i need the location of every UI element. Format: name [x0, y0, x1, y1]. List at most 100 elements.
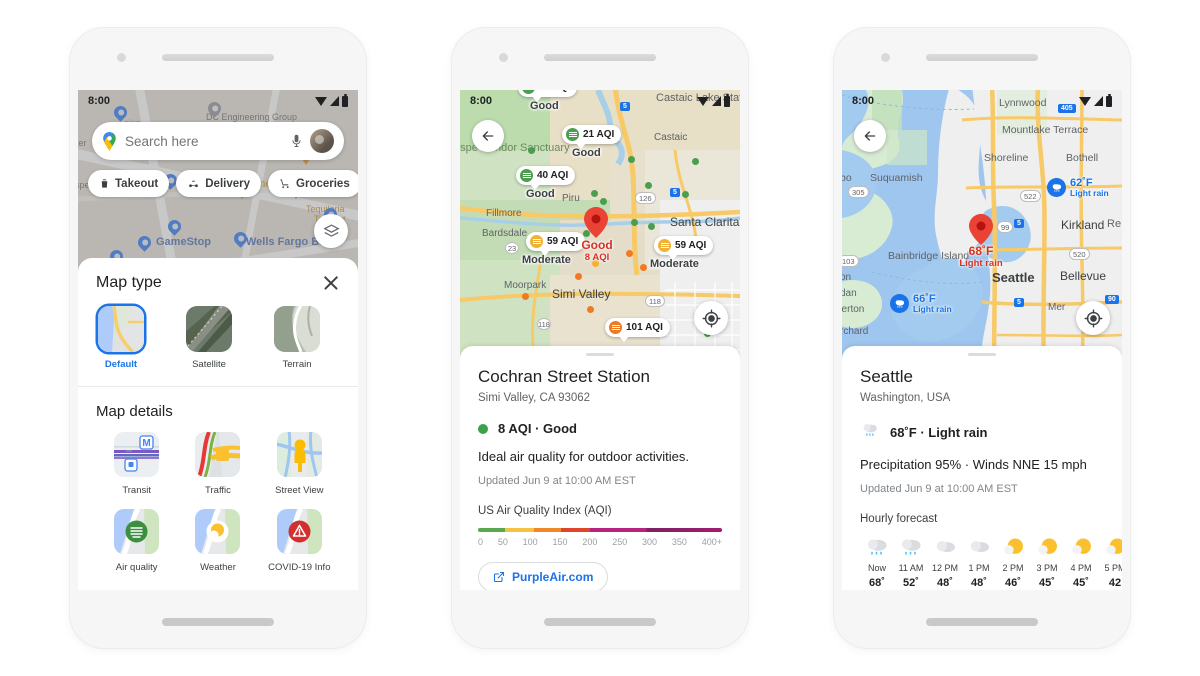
aqi-dot[interactable] — [682, 191, 689, 198]
sun-cloud-icon — [1068, 537, 1095, 559]
my-location-button[interactable] — [694, 301, 728, 335]
sun-cloud-icon — [1000, 537, 1027, 559]
close-icon[interactable] — [322, 274, 340, 292]
detail-air-quality[interactable]: Air quality — [96, 508, 177, 574]
aqi-summary: 8 AQI · Good — [478, 421, 722, 436]
map-type-options: Default Satellite Terrain — [78, 292, 358, 386]
search-input[interactable]: Search here — [125, 134, 281, 149]
front-camera — [881, 53, 890, 62]
aqi-scale-title: US Air Quality Index (AQI) — [478, 505, 612, 517]
transit-icon: M — [114, 432, 160, 477]
back-button[interactable] — [854, 120, 886, 152]
aqi-marker[interactable]: 59 AQI — [654, 236, 714, 260]
map-place-name: Santa Clarita — [670, 215, 740, 229]
search-bar[interactable]: Search here — [92, 122, 344, 160]
chip-delivery[interactable]: Delivery — [176, 170, 262, 197]
map-type-terrain[interactable]: Terrain — [272, 306, 322, 370]
map-place-name: Bellevue — [1060, 269, 1107, 283]
weather-marker[interactable]: 62˚F Light rain — [1047, 177, 1109, 198]
aqi-dot[interactable] — [631, 219, 638, 226]
aqi-dot[interactable] — [645, 182, 652, 189]
rain-cloud-icon — [898, 537, 925, 559]
google-maps-pin-icon — [102, 131, 117, 151]
detail-transit[interactable]: M Transit — [96, 432, 177, 497]
selected-location-pin[interactable] — [969, 214, 993, 245]
sun-cloud-icon — [1034, 537, 1061, 559]
terrain-map-thumbnail — [274, 306, 320, 352]
scale-tick: 350 — [671, 537, 687, 547]
aqi-dot[interactable] — [591, 190, 598, 197]
wifi-icon — [315, 96, 327, 106]
microphone-icon[interactable] — [289, 132, 302, 150]
chip-label: Takeout — [115, 177, 159, 190]
map-place-name: on — [842, 272, 852, 283]
hour-temp: 48˚ — [971, 577, 987, 589]
detail-covid-info[interactable]: COVID-19 Info — [259, 508, 340, 574]
map-place-name: nerton — [842, 304, 865, 315]
marker-cond: Light rain — [913, 304, 952, 315]
hour-item: 12 PM 48˚ — [928, 537, 962, 589]
detail-traffic[interactable]: Traffic — [177, 432, 258, 497]
hour-temp: 68˚ — [869, 577, 885, 589]
scale-tick: 400+ — [701, 537, 722, 547]
map-layers-button[interactable] — [314, 214, 348, 248]
map-place-name: Suquamish — [870, 172, 923, 184]
detail-street-view[interactable]: Street View — [259, 432, 340, 497]
aqi-dot[interactable] — [600, 198, 607, 205]
home-indicator — [162, 618, 274, 626]
aqi-category: Moderate — [650, 258, 699, 270]
map-type-satellite[interactable]: Satellite — [184, 306, 234, 370]
status-bar-3: 8:00 — [842, 90, 1122, 112]
map-place-name: dan — [842, 288, 857, 299]
aqi-dot[interactable] — [587, 306, 594, 313]
aqi-status-dot — [478, 423, 488, 434]
battery-icon — [1106, 93, 1112, 107]
sheet-grabber[interactable] — [968, 353, 996, 356]
weather-marker[interactable]: 66˚F Light rain — [890, 293, 952, 314]
aqi-dot[interactable] — [528, 147, 535, 154]
sheet-header: Map type — [78, 258, 358, 292]
aqi-dot[interactable] — [640, 264, 647, 271]
my-location-button[interactable] — [1076, 301, 1110, 335]
weather-icon — [195, 508, 241, 554]
map-type-default[interactable]: Default — [96, 306, 146, 370]
home-indicator — [926, 618, 1038, 626]
air-quality-icon — [114, 508, 160, 554]
hourly-forecast-list[interactable]: Now 68˚ 11 AM 52˚ 12 PM 48˚ 1 PM 48˚ 2 P… — [860, 537, 1122, 589]
detail-weather[interactable]: Weather — [177, 508, 258, 574]
rain-cloud-icon — [864, 537, 891, 559]
map-place-name: Castaic — [654, 132, 688, 143]
layers-icon — [322, 223, 340, 237]
status-icons — [697, 93, 730, 107]
purpleair-link-button[interactable]: PurpleAir.com — [478, 562, 609, 590]
updated-timestamp: Updated Jun 9 at 10:00 AM EST — [860, 483, 1018, 495]
aqi-dot[interactable] — [522, 293, 529, 300]
aqi-dot[interactable] — [692, 158, 699, 165]
map-details-title: Map details — [96, 403, 173, 420]
map-details-grid: M Transit Traffic Street View Air qualit… — [78, 422, 358, 588]
hour-item: 2 PM 46˚ — [996, 537, 1030, 589]
aqi-dot[interactable] — [648, 223, 655, 230]
back-button[interactable] — [472, 120, 504, 152]
home-indicator — [544, 618, 656, 626]
aqi-marker[interactable]: 40 AQI — [516, 166, 576, 190]
selected-location-pin[interactable] — [584, 207, 608, 238]
signal-icon — [712, 96, 721, 106]
map-place-name: bo — [842, 172, 852, 184]
chip-takeout[interactable]: Takeout — [88, 170, 170, 197]
aqi-dot[interactable] — [575, 273, 582, 280]
chip-groceries[interactable]: Groceries — [268, 170, 358, 197]
scale-tick: 300 — [642, 537, 658, 547]
hour-item: 11 AM 52˚ — [894, 537, 928, 589]
account-avatar[interactable] — [310, 129, 334, 153]
aqi-scale-labels: 0 50 100 150 200 250 300 350 400+ — [478, 537, 722, 547]
weather-marker-text: 66˚F Light rain — [913, 293, 952, 314]
signal-icon — [1094, 96, 1103, 106]
groceries-icon — [280, 179, 289, 189]
phone-map-type: DC Engineering Group cing Noble Folk Ice… — [70, 28, 366, 648]
sheet-grabber[interactable] — [586, 353, 614, 356]
aqi-marker[interactable]: 101 AQI — [605, 318, 670, 342]
aqi-dot[interactable] — [628, 156, 635, 163]
aqi-marker[interactable]: 21 AQI — [562, 125, 622, 149]
highway-shield: 5 — [670, 188, 680, 197]
